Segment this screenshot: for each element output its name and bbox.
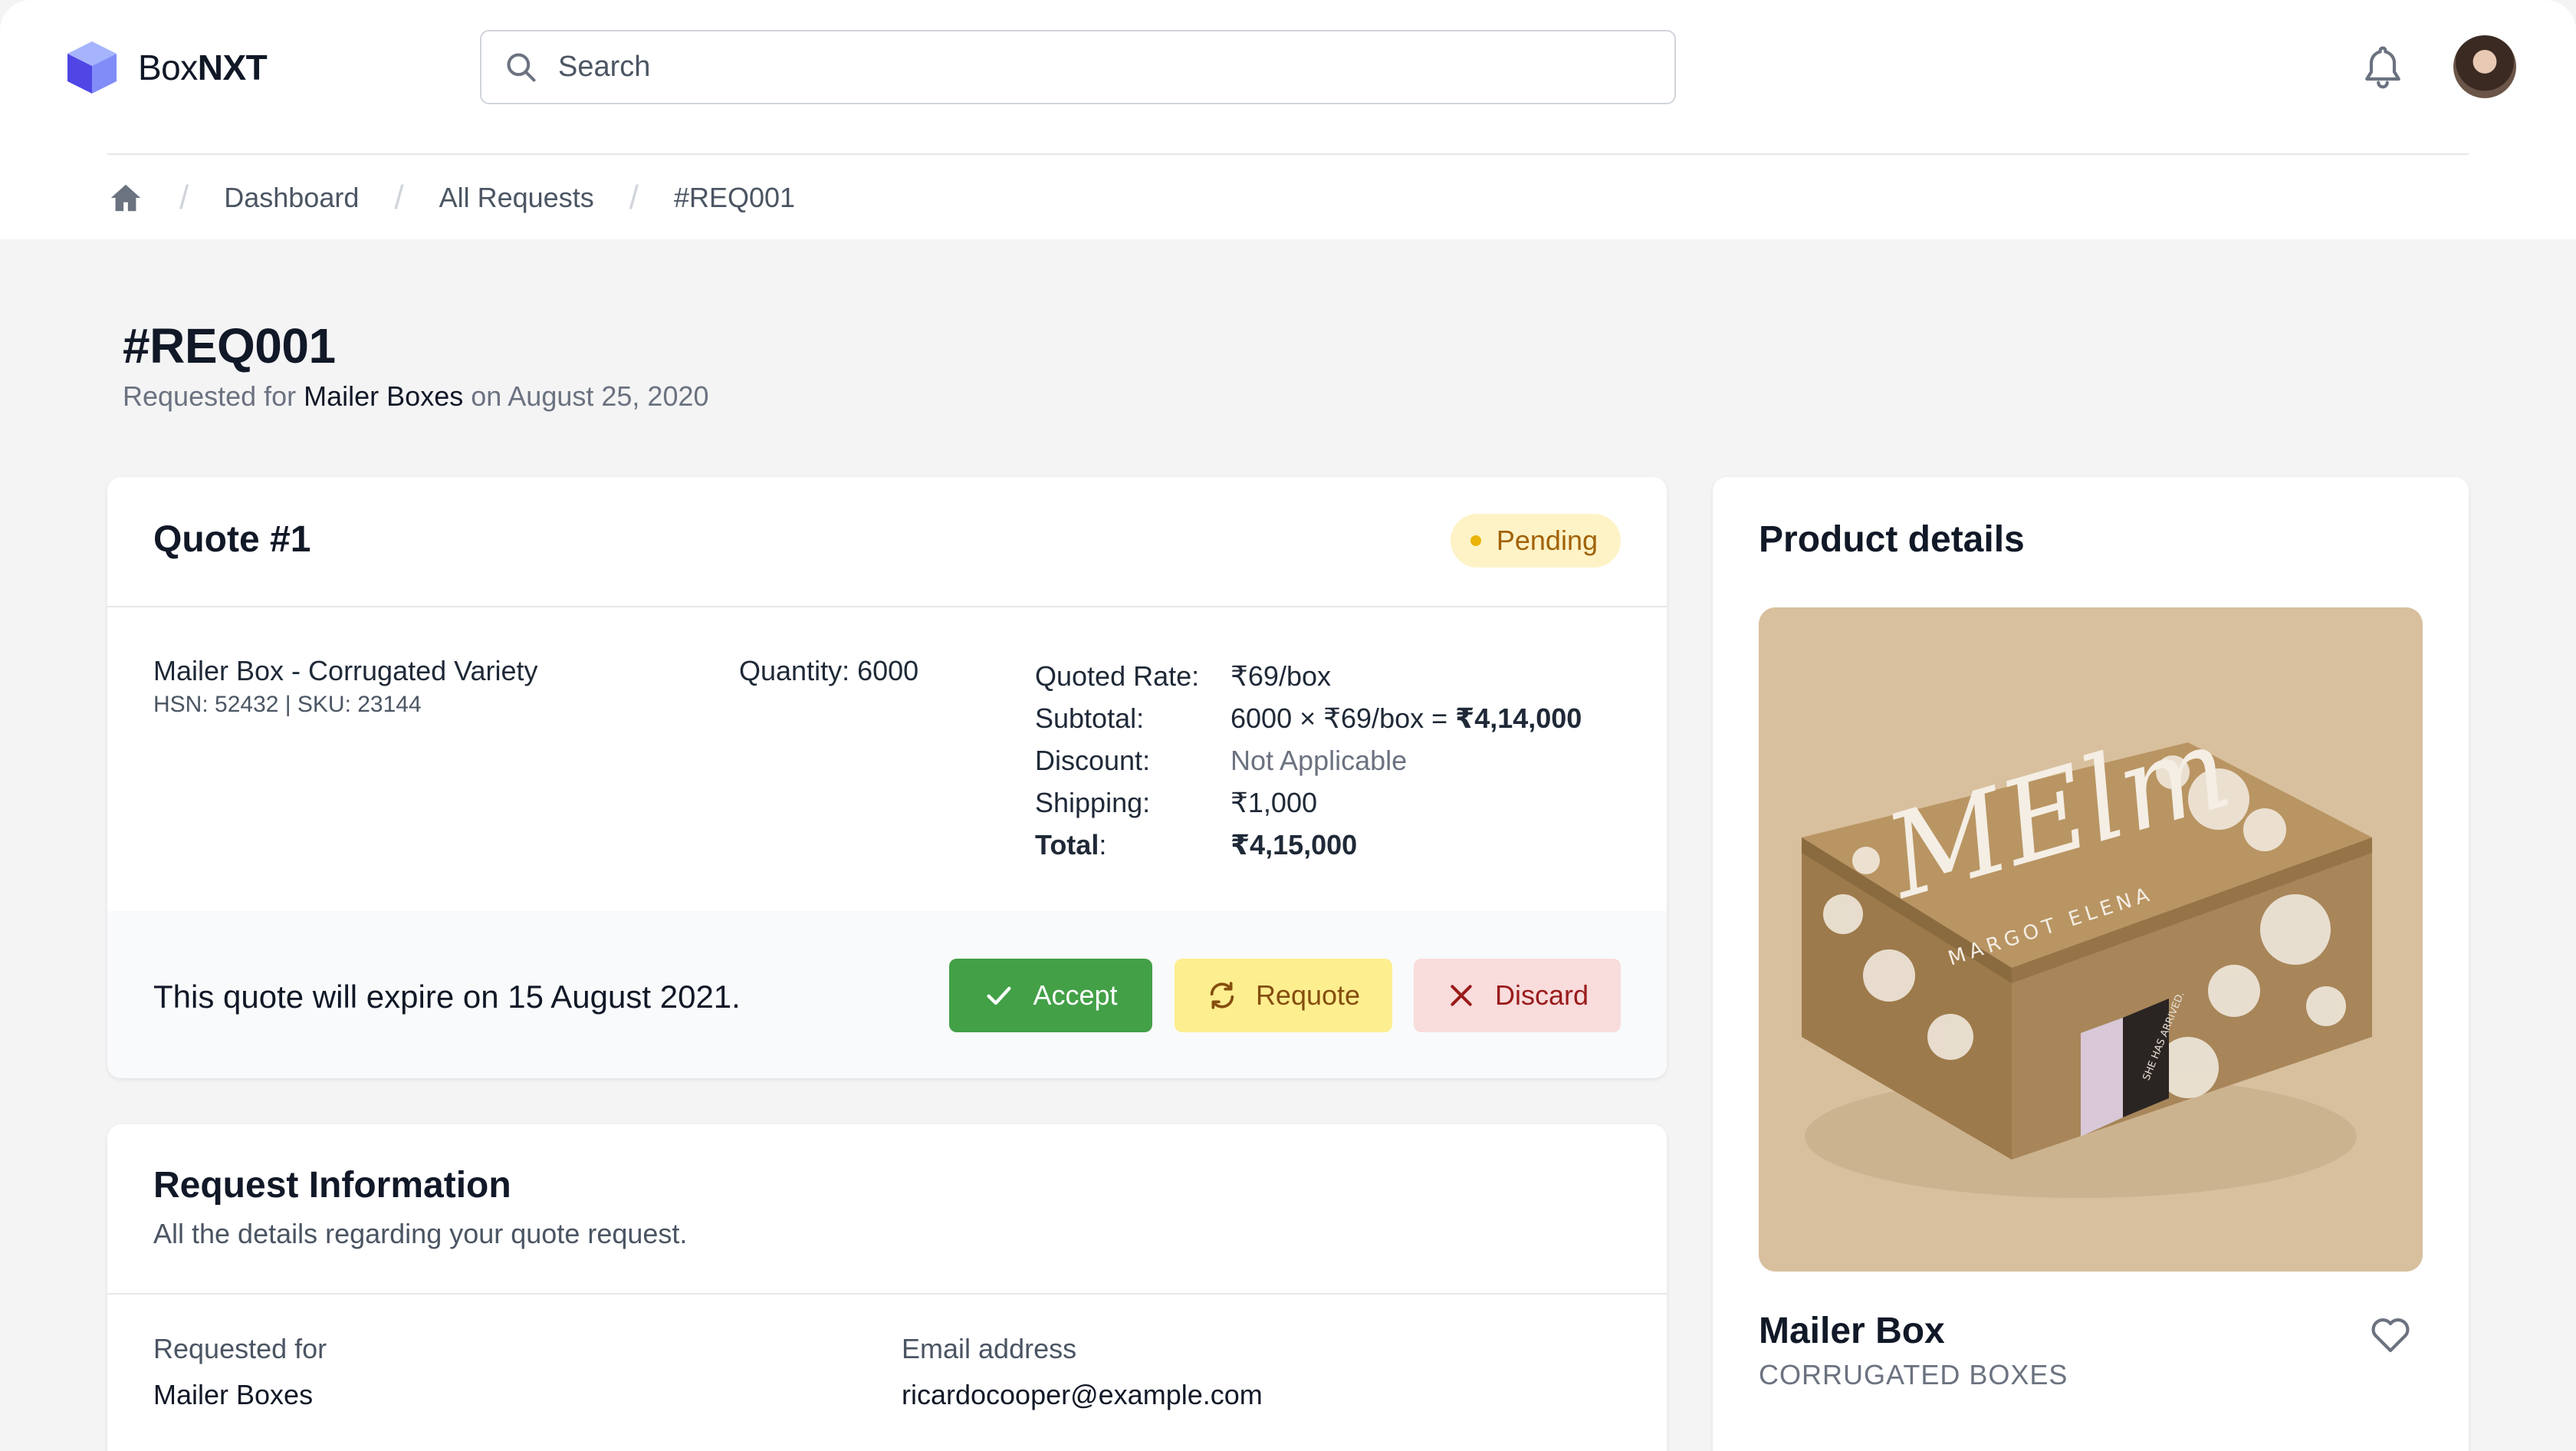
bell-icon[interactable] [2361, 44, 2404, 90]
shipping-value: ₹1,000 [1230, 786, 1317, 818]
product-item-name: Mailer Box [1759, 1311, 1945, 1351]
brand-name: BoxNXT [138, 48, 268, 87]
request-info-card: Request Information All the details rega… [107, 1124, 1667, 1451]
status-badge: Pending [1450, 514, 1621, 568]
product-image[interactable]: MElm MARGOT ELENA SHE HAS ARRIVED. [1759, 607, 2423, 1272]
email-value: ricardocooper@example.com [902, 1379, 1263, 1410]
subtotal-label: Subtotal: [1035, 702, 1145, 734]
brand-logo[interactable]: BoxNXT [64, 38, 268, 97]
cube-logo-icon [67, 41, 117, 94]
rate-value: ₹69/box [1230, 660, 1331, 692]
email-label: Email address [902, 1333, 1077, 1364]
shipping-label: Shipping: [1035, 786, 1151, 818]
heart-icon[interactable] [2369, 1314, 2412, 1354]
top-header: BoxNXT / Dashboard / All Requests / #REQ… [0, 0, 2576, 239]
search-icon [507, 52, 536, 82]
app-frame: BoxNXT / Dashboard / All Requests / #REQ… [0, 0, 2576, 1451]
pricing-row-subtotal: Subtotal: 6000 × ₹69/box = ₹4,14,000 [1035, 697, 1582, 739]
quote-body: Mailer Box - Corrugated Variety HSN: 524… [107, 607, 1667, 911]
discard-button[interactable]: Discard [1414, 959, 1621, 1032]
pricing-row-total: Total: ₹4,15,000 [1035, 824, 1582, 866]
mailer-box-illustration: MElm MARGOT ELENA SHE HAS ARRIVED. [1759, 607, 2423, 1272]
quote-footer: This quote will expire on 15 August 2021… [107, 911, 1667, 1078]
request-info-title: Request Information [153, 1165, 511, 1206]
breadcrumb-current[interactable]: #REQ001 [674, 182, 795, 214]
avatar[interactable] [2453, 35, 2516, 98]
quote-card: Quote #1 Pending Mailer Box - Corrugated… [107, 477, 1667, 1078]
breadcrumb-all-requests[interactable]: All Requests [439, 182, 594, 214]
requested-for-value: Mailer Boxes [153, 1379, 314, 1410]
product-item-category: CORRUGATED BOXES [1759, 1359, 2068, 1390]
expiry-text: This quote will expire on 15 August 2021… [153, 979, 741, 1015]
pricing-row-rate: Quoted Rate: ₹69/box [1035, 655, 1582, 697]
breadcrumb-separator: / [394, 179, 404, 216]
search-box[interactable] [480, 30, 1676, 104]
request-info-divider [107, 1293, 1667, 1295]
product-details-card: Product details MElm MARGOT ELENA SHE HA… [1713, 477, 2469, 1451]
discount-value: Not Applicable [1230, 744, 1408, 776]
subtotal-value: 6000 × ₹69/box = ₹4,14,000 [1230, 702, 1582, 734]
total-label: Total: [1035, 828, 1107, 860]
pricing-row-discount: Discount: Not Applicable [1035, 739, 1582, 781]
accept-label: Accept [1033, 979, 1118, 1011]
request-info-subtitle: All the details regarding your quote req… [153, 1218, 688, 1249]
home-icon[interactable] [107, 180, 144, 216]
total-value: ₹4,15,000 [1230, 828, 1358, 860]
requote-button[interactable]: Requote [1175, 959, 1392, 1032]
breadcrumb-separator: / [179, 179, 189, 216]
requote-label: Requote [1255, 979, 1361, 1011]
breadcrumb-separator: / [629, 179, 639, 216]
close-icon [1451, 985, 1472, 1006]
product-meta: HSN: 52432 | SKU: 23144 [153, 692, 422, 717]
product-details-title: Product details [1759, 519, 2025, 560]
discount-label: Discount: [1035, 744, 1151, 776]
breadcrumb: / Dashboard / All Requests / #REQ001 [107, 175, 795, 221]
quote-title: Quote #1 [153, 519, 311, 560]
discard-label: Discard [1494, 979, 1589, 1011]
requested-for-label: Requested for [153, 1333, 327, 1364]
refresh-icon [1210, 982, 1234, 1009]
rate-label: Quoted Rate: [1035, 660, 1200, 692]
breadcrumb-dashboard[interactable]: Dashboard [224, 182, 359, 214]
status-dot-icon [1470, 535, 1481, 546]
pricing-table: Quoted Rate: ₹69/box Subtotal: 6000 × ₹6… [1035, 655, 1582, 866]
header-divider [107, 153, 2469, 155]
quote-header: Quote #1 Pending [107, 477, 1667, 607]
product-name: Mailer Box - Corrugated Variety [153, 655, 538, 686]
page-title: #REQ001 [123, 318, 336, 373]
quantity: Quantity: 6000 [739, 655, 919, 686]
search-input[interactable] [558, 51, 1631, 84]
page-subtitle: Requested for Mailer Boxes on August 25,… [123, 380, 709, 412]
check-icon [987, 986, 1011, 1005]
accept-button[interactable]: Accept [949, 959, 1152, 1032]
status-label: Pending [1496, 525, 1598, 556]
pricing-row-shipping: Shipping: ₹1,000 [1035, 781, 1582, 824]
